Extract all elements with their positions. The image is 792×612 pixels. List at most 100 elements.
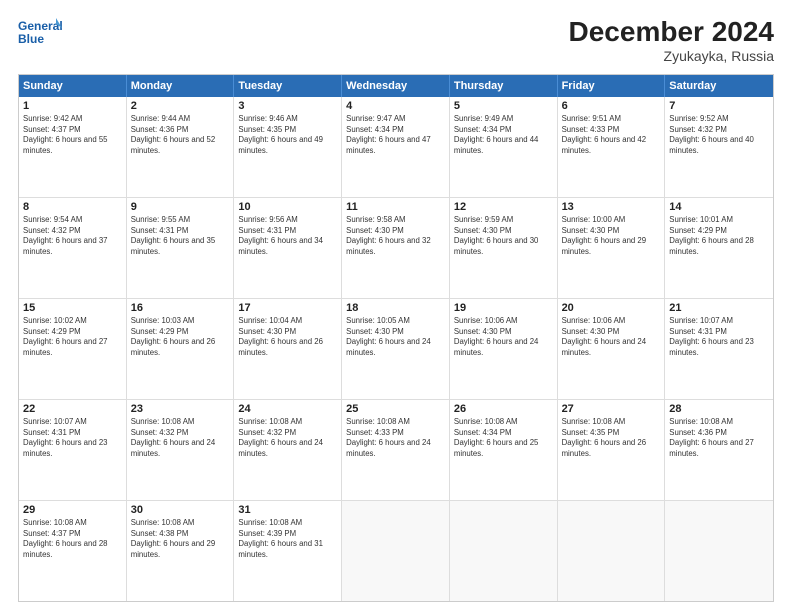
sunset-text: Sunset: 4:30 PM <box>454 226 553 237</box>
day-cell-26: 26 Sunrise: 10:08 AM Sunset: 4:34 PM Day… <box>450 400 558 500</box>
day-cell-17: 17 Sunrise: 10:04 AM Sunset: 4:30 PM Day… <box>234 299 342 399</box>
cell-info: Sunrise: 10:00 AM Sunset: 4:30 PM Daylig… <box>562 215 661 257</box>
daylight-text: Daylight: 6 hours and 40 minutes. <box>669 135 769 156</box>
sunset-text: Sunset: 4:39 PM <box>238 529 337 540</box>
sunset-text: Sunset: 4:37 PM <box>23 125 122 136</box>
cell-info: Sunrise: 10:08 AM Sunset: 4:32 PM Daylig… <box>131 417 230 459</box>
empty-cell <box>558 501 666 601</box>
day-number: 18 <box>346 302 445 314</box>
sunrise-text: Sunrise: 9:42 AM <box>23 114 122 125</box>
cell-info: Sunrise: 9:46 AM Sunset: 4:35 PM Dayligh… <box>238 114 337 156</box>
day-number: 4 <box>346 100 445 112</box>
sunrise-text: Sunrise: 10:07 AM <box>23 417 122 428</box>
daylight-text: Daylight: 6 hours and 32 minutes. <box>346 236 445 257</box>
header-saturday: Saturday <box>665 75 773 97</box>
cell-info: Sunrise: 9:49 AM Sunset: 4:34 PM Dayligh… <box>454 114 553 156</box>
cell-info: Sunrise: 9:54 AM Sunset: 4:32 PM Dayligh… <box>23 215 122 257</box>
week-row-3: 15 Sunrise: 10:02 AM Sunset: 4:29 PM Day… <box>19 298 773 399</box>
day-number: 25 <box>346 403 445 415</box>
daylight-text: Daylight: 6 hours and 27 minutes. <box>23 337 122 358</box>
daylight-text: Daylight: 6 hours and 28 minutes. <box>669 236 769 257</box>
daylight-text: Daylight: 6 hours and 26 minutes. <box>562 438 661 459</box>
sunrise-text: Sunrise: 10:08 AM <box>131 417 230 428</box>
day-number: 17 <box>238 302 337 314</box>
sunset-text: Sunset: 4:32 PM <box>131 428 230 439</box>
sunrise-text: Sunrise: 10:00 AM <box>562 215 661 226</box>
day-cell-13: 13 Sunrise: 10:00 AM Sunset: 4:30 PM Day… <box>558 198 666 298</box>
cell-info: Sunrise: 10:07 AM Sunset: 4:31 PM Daylig… <box>23 417 122 459</box>
day-number: 21 <box>669 302 769 314</box>
daylight-text: Daylight: 6 hours and 49 minutes. <box>238 135 337 156</box>
day-number: 2 <box>131 100 230 112</box>
sunrise-text: Sunrise: 9:49 AM <box>454 114 553 125</box>
day-cell-18: 18 Sunrise: 10:05 AM Sunset: 4:30 PM Day… <box>342 299 450 399</box>
day-number: 6 <box>562 100 661 112</box>
sunrise-text: Sunrise: 10:04 AM <box>238 316 337 327</box>
sunrise-text: Sunrise: 9:55 AM <box>131 215 230 226</box>
sunrise-text: Sunrise: 10:08 AM <box>238 417 337 428</box>
sunset-text: Sunset: 4:35 PM <box>562 428 661 439</box>
logo-svg: General Blue <box>18 16 62 52</box>
page-title: December 2024 <box>569 16 774 48</box>
sunset-text: Sunset: 4:32 PM <box>23 226 122 237</box>
day-cell-27: 27 Sunrise: 10:08 AM Sunset: 4:35 PM Day… <box>558 400 666 500</box>
title-block: December 2024 Zyukayka, Russia <box>569 16 774 64</box>
sunset-text: Sunset: 4:31 PM <box>238 226 337 237</box>
page-subtitle: Zyukayka, Russia <box>569 48 774 64</box>
daylight-text: Daylight: 6 hours and 23 minutes. <box>669 337 769 358</box>
day-number: 29 <box>23 504 122 516</box>
day-cell-25: 25 Sunrise: 10:08 AM Sunset: 4:33 PM Day… <box>342 400 450 500</box>
cell-info: Sunrise: 10:08 AM Sunset: 4:37 PM Daylig… <box>23 518 122 560</box>
sunrise-text: Sunrise: 9:54 AM <box>23 215 122 226</box>
daylight-text: Daylight: 6 hours and 23 minutes. <box>23 438 122 459</box>
day-number: 20 <box>562 302 661 314</box>
sunrise-text: Sunrise: 10:05 AM <box>346 316 445 327</box>
header: General Blue December 2024 Zyukayka, Rus… <box>18 16 774 64</box>
day-number: 22 <box>23 403 122 415</box>
day-number: 14 <box>669 201 769 213</box>
daylight-text: Daylight: 6 hours and 26 minutes. <box>238 337 337 358</box>
day-cell-22: 22 Sunrise: 10:07 AM Sunset: 4:31 PM Day… <box>19 400 127 500</box>
cell-info: Sunrise: 10:03 AM Sunset: 4:29 PM Daylig… <box>131 316 230 358</box>
daylight-text: Daylight: 6 hours and 29 minutes. <box>131 539 230 560</box>
day-cell-10: 10 Sunrise: 9:56 AM Sunset: 4:31 PM Dayl… <box>234 198 342 298</box>
sunrise-text: Sunrise: 10:08 AM <box>131 518 230 529</box>
day-cell-15: 15 Sunrise: 10:02 AM Sunset: 4:29 PM Day… <box>19 299 127 399</box>
day-number: 13 <box>562 201 661 213</box>
day-number: 15 <box>23 302 122 314</box>
day-cell-1: 1 Sunrise: 9:42 AM Sunset: 4:37 PM Dayli… <box>19 97 127 197</box>
day-number: 28 <box>669 403 769 415</box>
day-cell-30: 30 Sunrise: 10:08 AM Sunset: 4:38 PM Day… <box>127 501 235 601</box>
header-friday: Friday <box>558 75 666 97</box>
sunset-text: Sunset: 4:33 PM <box>346 428 445 439</box>
sunrise-text: Sunrise: 9:56 AM <box>238 215 337 226</box>
sunset-text: Sunset: 4:35 PM <box>238 125 337 136</box>
day-number: 26 <box>454 403 553 415</box>
day-cell-19: 19 Sunrise: 10:06 AM Sunset: 4:30 PM Day… <box>450 299 558 399</box>
sunset-text: Sunset: 4:31 PM <box>669 327 769 338</box>
day-number: 11 <box>346 201 445 213</box>
sunset-text: Sunset: 4:34 PM <box>454 428 553 439</box>
cell-info: Sunrise: 10:08 AM Sunset: 4:33 PM Daylig… <box>346 417 445 459</box>
daylight-text: Daylight: 6 hours and 24 minutes. <box>238 438 337 459</box>
day-cell-5: 5 Sunrise: 9:49 AM Sunset: 4:34 PM Dayli… <box>450 97 558 197</box>
sunset-text: Sunset: 4:37 PM <box>23 529 122 540</box>
daylight-text: Daylight: 6 hours and 24 minutes. <box>454 337 553 358</box>
header-tuesday: Tuesday <box>234 75 342 97</box>
sunrise-text: Sunrise: 10:08 AM <box>238 518 337 529</box>
sunrise-text: Sunrise: 10:01 AM <box>669 215 769 226</box>
sunset-text: Sunset: 4:34 PM <box>346 125 445 136</box>
cell-info: Sunrise: 10:02 AM Sunset: 4:29 PM Daylig… <box>23 316 122 358</box>
daylight-text: Daylight: 6 hours and 24 minutes. <box>131 438 230 459</box>
sunset-text: Sunset: 4:29 PM <box>669 226 769 237</box>
cell-info: Sunrise: 10:07 AM Sunset: 4:31 PM Daylig… <box>669 316 769 358</box>
daylight-text: Daylight: 6 hours and 35 minutes. <box>131 236 230 257</box>
cell-info: Sunrise: 10:05 AM Sunset: 4:30 PM Daylig… <box>346 316 445 358</box>
daylight-text: Daylight: 6 hours and 25 minutes. <box>454 438 553 459</box>
week-row-5: 29 Sunrise: 10:08 AM Sunset: 4:37 PM Day… <box>19 500 773 601</box>
page: General Blue December 2024 Zyukayka, Rus… <box>0 0 792 612</box>
daylight-text: Daylight: 6 hours and 30 minutes. <box>454 236 553 257</box>
cell-info: Sunrise: 9:52 AM Sunset: 4:32 PM Dayligh… <box>669 114 769 156</box>
day-cell-12: 12 Sunrise: 9:59 AM Sunset: 4:30 PM Dayl… <box>450 198 558 298</box>
cell-info: Sunrise: 10:08 AM Sunset: 4:35 PM Daylig… <box>562 417 661 459</box>
